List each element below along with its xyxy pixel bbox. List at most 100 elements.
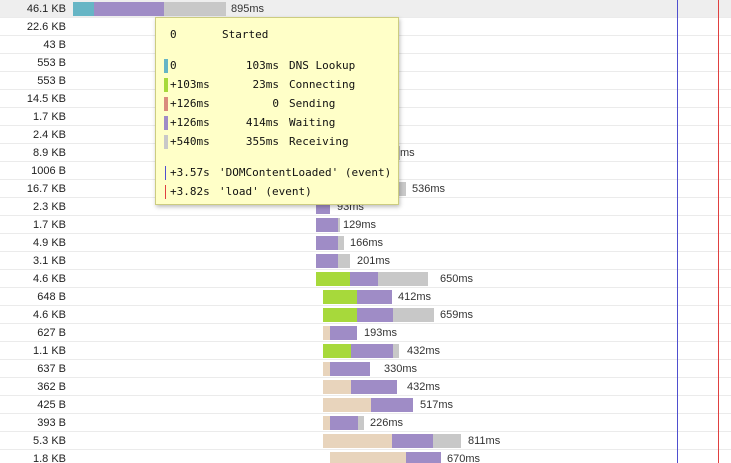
request-duration: 129ms [343,219,377,231]
event-marker-swatch [165,166,166,180]
phase-start: 0 [170,59,177,72]
phase-duration: 414ms [245,116,279,129]
tooltip-phase-row: +126ms 0 Sending [156,97,400,111]
timing-bar-blocked [323,326,330,340]
request-row[interactable]: 1.8 KB 670ms [0,450,731,463]
request-row[interactable]: 425 B 517ms [0,396,731,414]
request-size: 553 B [37,75,66,87]
timing-bar-blocked [323,362,330,376]
request-row[interactable]: 648 B 412ms [0,288,731,306]
timing-bar-waiting [94,2,164,16]
timing-bar-waiting [351,344,393,358]
timing-bar-waiting [357,308,393,322]
request-size: 393 B [37,417,66,429]
request-duration: 412ms [398,291,432,303]
request-size: 8.9 KB [32,147,66,159]
phase-start: +126ms [170,97,210,110]
request-size: 14.5 KB [26,93,66,105]
timing-tooltip: 0 Started 0 103ms DNS Lookup +103ms 23ms Conn… [155,17,399,205]
request-row[interactable]: 362 B 432ms [0,378,731,396]
tooltip-phase-row: +103ms 23ms Connecting [156,78,400,92]
request-size: 2.4 KB [32,129,66,141]
phase-duration: 0 [272,97,279,110]
dom-content-loaded-marker [677,0,678,463]
request-size: 553 B [37,57,66,69]
phase-color-swatch [164,59,168,73]
request-duration: ms [400,147,415,159]
timing-bar-waiting [316,254,338,268]
timing-bar-receiving [338,236,344,250]
timing-bar-receiving [338,254,350,268]
request-size: 4.6 KB [32,309,66,321]
request-duration: 517ms [420,399,454,411]
request-row[interactable]: 4.6 KB 650ms [0,270,731,288]
request-duration: 330ms [384,363,418,375]
phase-start: +540ms [170,135,210,148]
timing-bar-receiving [358,416,364,430]
event-label: 'load' (event) [219,185,312,198]
timing-bar-waiting [316,236,338,250]
request-row[interactable]: 4.9 KB 166ms [0,234,731,252]
request-size: 4.9 KB [32,237,66,249]
request-duration: 201ms [357,255,391,267]
phase-color-swatch [164,78,168,92]
request-size: 43 B [43,39,66,51]
phase-duration: 355ms [245,135,279,148]
request-size: 22.6 KB [26,21,66,33]
timing-bar-receiving [393,308,434,322]
timing-bar-waiting [392,434,433,448]
timing-bar-blocked [323,416,330,430]
timing-bar-blocked [330,452,406,463]
request-row[interactable]: 46.1 KB 895ms [0,0,731,18]
timing-bar-waiting [330,416,358,430]
request-size: 46.1 KB [26,3,66,15]
timing-bar-blocked [323,434,392,448]
request-size: 1.8 KB [32,453,66,463]
request-duration: 432ms [407,381,441,393]
request-size: 4.6 KB [32,273,66,285]
request-size: 5.3 KB [32,435,66,447]
event-time: +3.82s [170,185,210,198]
request-duration: 193ms [364,327,398,339]
timing-bar-waiting [351,380,397,394]
event-time: +3.57s [170,166,210,179]
phase-duration: 23ms [252,78,280,91]
request-duration: 226ms [370,417,404,429]
request-row[interactable]: 4.6 KB 659ms [0,306,731,324]
request-row[interactable]: 627 B 193ms [0,324,731,342]
event-label: 'DOMContentLoaded' (event) [219,166,392,179]
timing-bar-waiting [350,272,378,286]
request-size: 1.7 KB [32,111,66,123]
tooltip-event-row: +3.57s 'DOMContentLoaded' (event) [156,166,400,180]
phase-label: DNS Lookup [289,59,356,72]
timing-bar-waiting [316,218,338,232]
started-value: 0 [170,28,177,41]
request-row[interactable]: 3.1 KB 201ms [0,252,731,270]
timing-bar-blocked [323,380,351,394]
timing-bar-waiting [330,362,370,376]
phase-label: Sending [289,97,336,110]
load-marker [718,0,719,463]
request-row[interactable]: 1.7 KB 129ms [0,216,731,234]
request-row[interactable]: 1.1 KB 432ms [0,342,731,360]
timing-bar-waiting [406,452,441,463]
tooltip-event-row: +3.82s 'load' (event) [156,185,400,199]
phase-duration: 103ms [245,59,279,72]
phase-color-swatch [164,135,168,149]
tooltip-phase-row: +540ms 355ms Receiving [156,135,400,149]
phase-color-swatch [164,116,168,130]
request-duration: 650ms [440,273,474,285]
request-row[interactable]: 637 B 330ms [0,360,731,378]
request-duration: 432ms [407,345,441,357]
tooltip-started-row: 0 Started [156,28,400,42]
request-size: 1.1 KB [32,345,66,357]
timing-bar-connecting [323,308,357,322]
request-duration: 536ms [412,183,446,195]
timing-bar-waiting [371,398,413,412]
timing-bar-connecting [323,290,357,304]
phase-label: Connecting [289,78,356,91]
request-row[interactable]: 5.3 KB 811ms [0,432,731,450]
timing-bar-dns [73,2,94,16]
request-size: 637 B [37,363,66,375]
request-row[interactable]: 393 B 226ms [0,414,731,432]
